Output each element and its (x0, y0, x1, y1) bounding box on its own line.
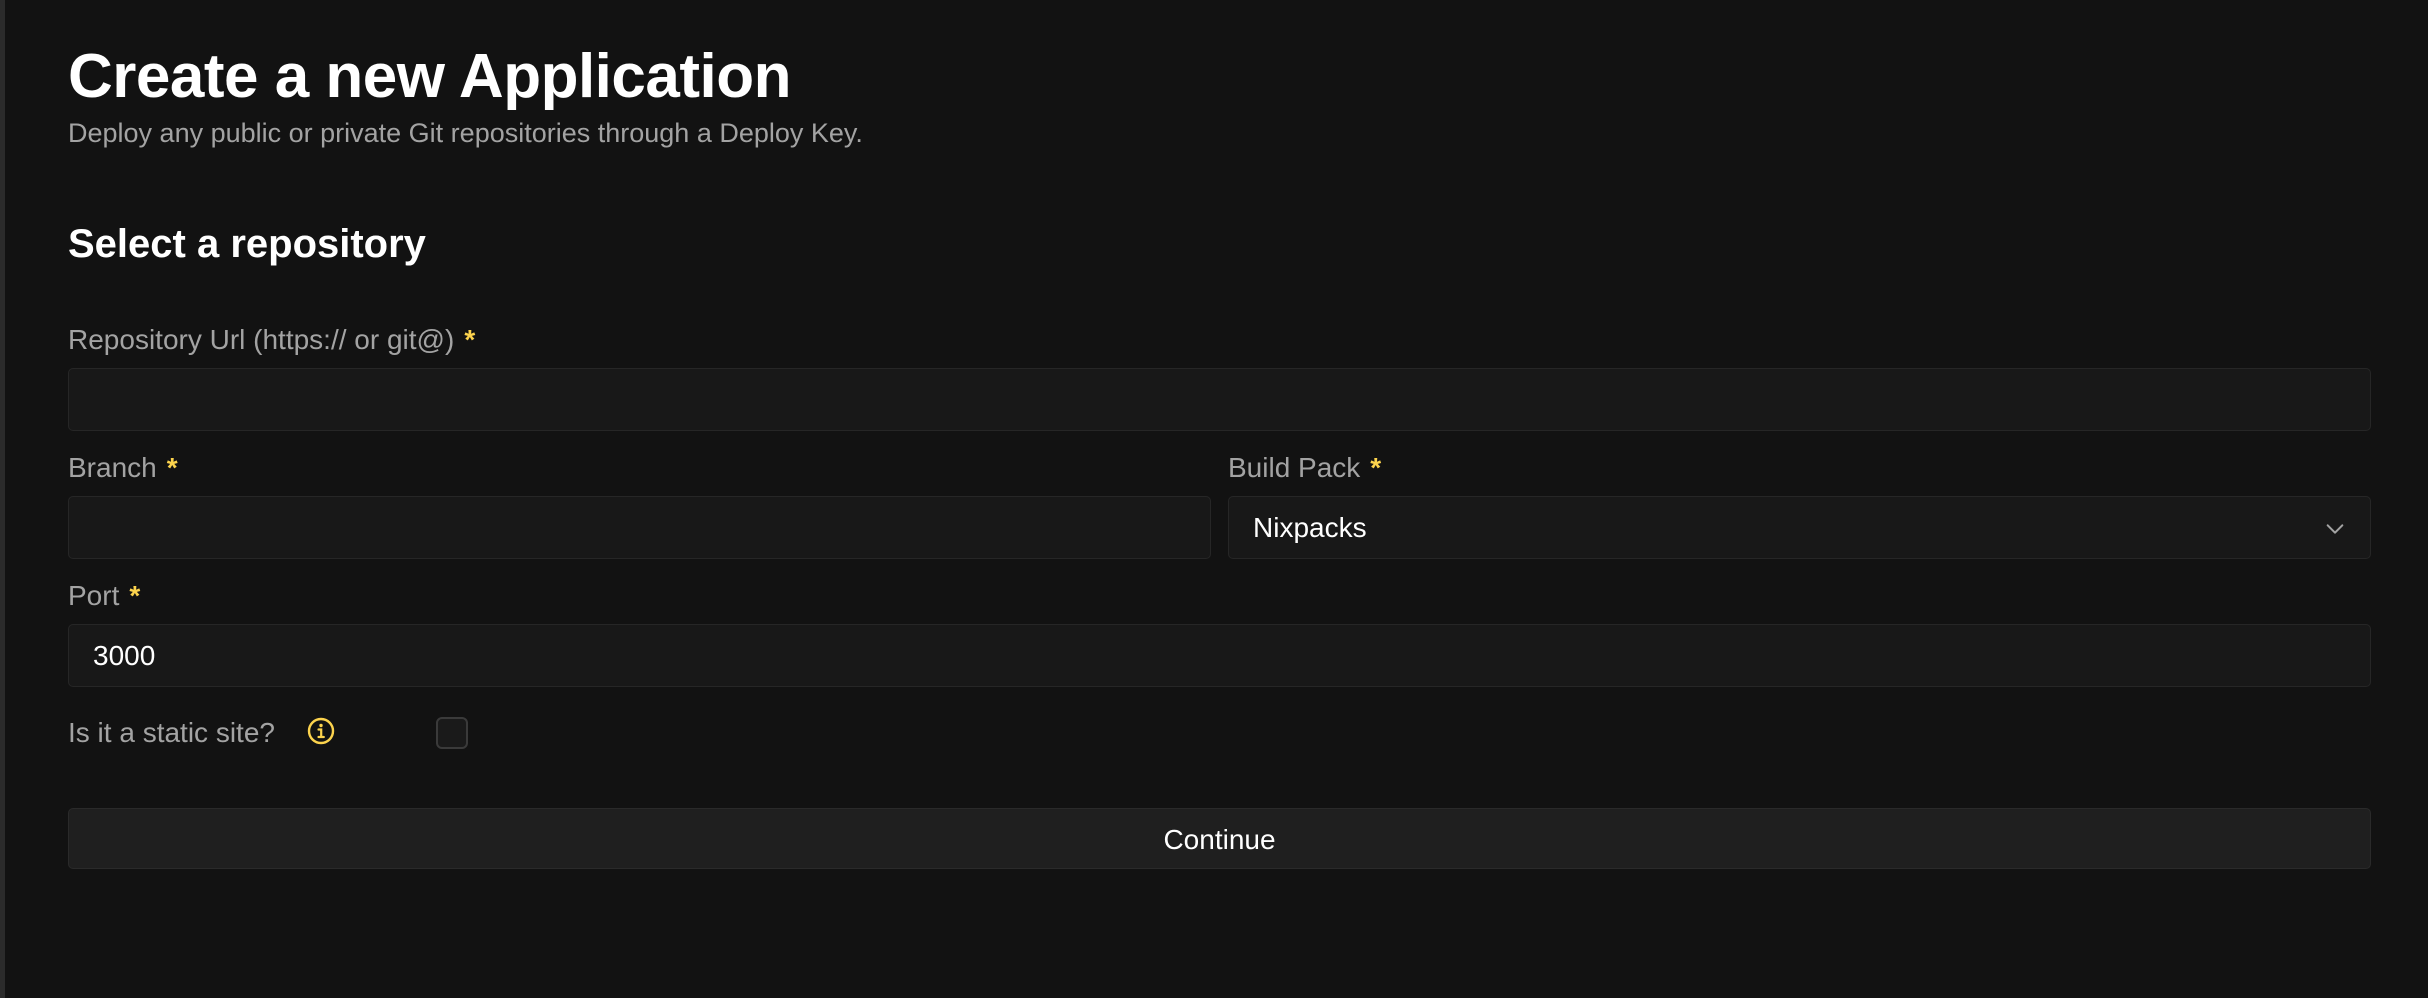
static-site-label: Is it a static site? (68, 717, 275, 748)
required-mark: * (129, 580, 141, 611)
port-label-text: Port (68, 580, 120, 611)
info-icon[interactable] (306, 716, 336, 746)
build-pack-select[interactable]: Nixpacks (1228, 496, 2371, 559)
build-pack-label: Build Pack * (1228, 450, 1381, 486)
required-mark: * (1370, 452, 1382, 483)
required-mark: * (166, 452, 178, 483)
repository-url-label-text: Repository Url (https:// or git@) (68, 324, 455, 355)
page-subtitle: Deploy any public or private Git reposit… (68, 118, 863, 148)
required-mark: * (464, 324, 476, 355)
static-site-checkbox[interactable] (436, 717, 468, 749)
port-label: Port * (68, 578, 140, 614)
repository-url-input[interactable] (68, 368, 2371, 431)
branch-label-text: Branch (68, 452, 157, 483)
section-title: Select a repository (68, 222, 426, 266)
build-pack-label-text: Build Pack (1228, 452, 1361, 483)
build-pack-selected-value: Nixpacks (1253, 512, 1367, 543)
continue-button[interactable]: Continue (68, 808, 2371, 869)
branch-input[interactable] (68, 496, 1211, 559)
branch-label: Branch * (68, 450, 178, 486)
port-input[interactable] (68, 624, 2371, 687)
left-edge-divider (0, 0, 5, 998)
page-title: Create a new Application (68, 42, 791, 111)
chevron-down-icon (2326, 524, 2344, 534)
repository-url-label: Repository Url (https:// or git@) * (68, 322, 475, 358)
